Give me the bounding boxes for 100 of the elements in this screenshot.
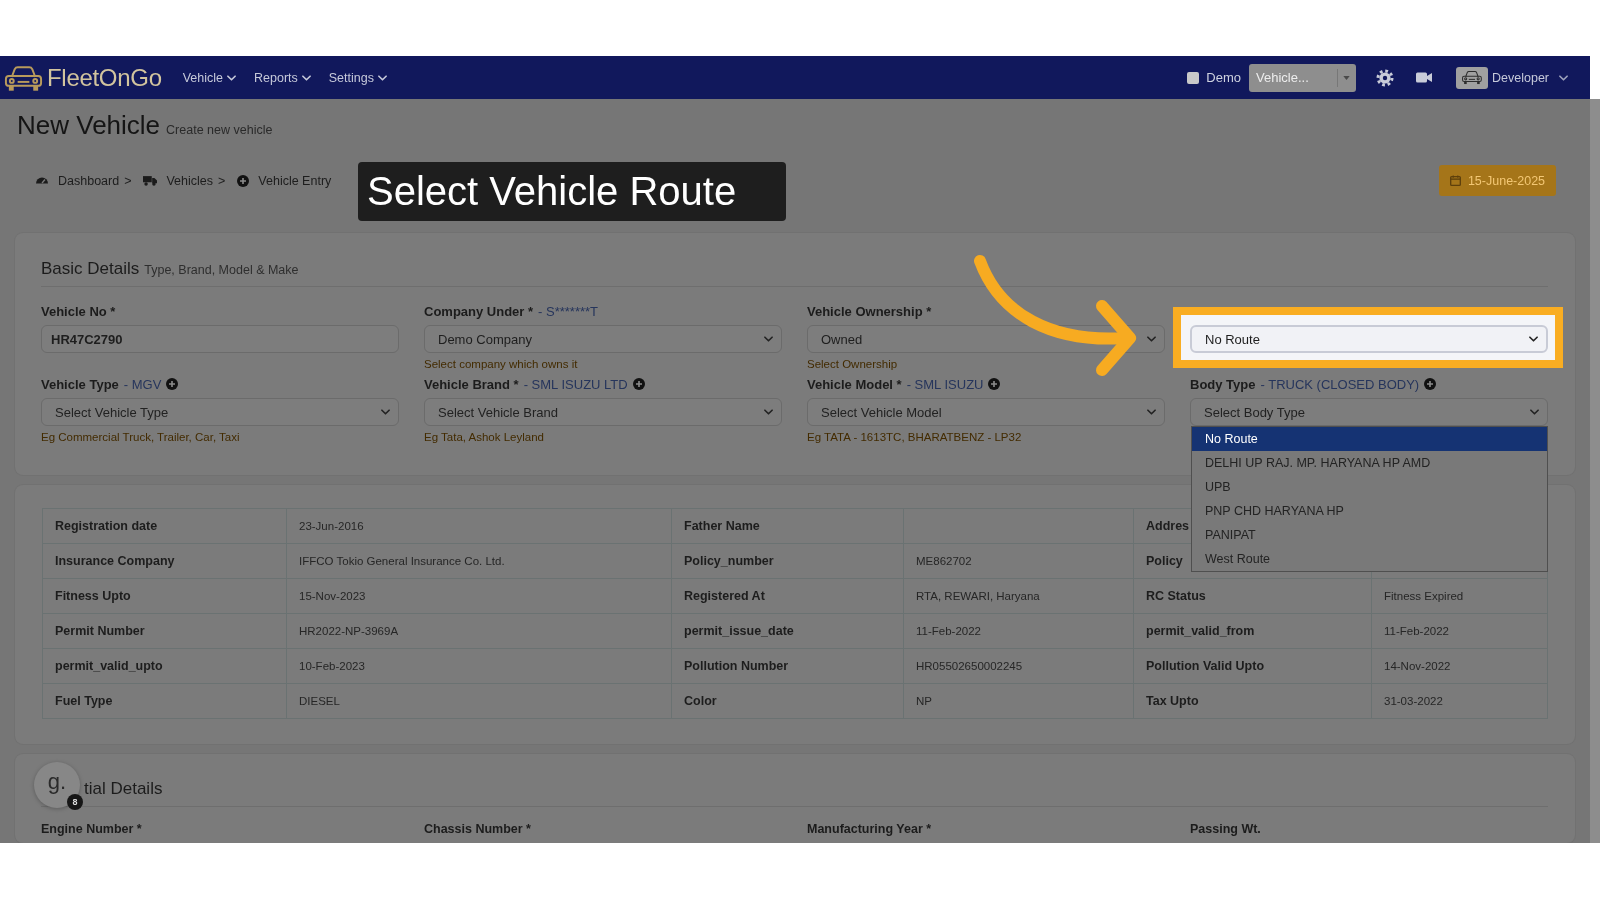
breadcrumb-separator: > (218, 173, 226, 188)
breadcrumb-link[interactable]: Vehicle Entry (237, 173, 332, 188)
label-cell: permit_valid_from (1133, 613, 1372, 649)
field-label: Vehicle Type (41, 376, 119, 392)
select-field[interactable]: Select Vehicle Model (807, 398, 1165, 426)
field-hint: Eg Tata, Ashok Leyland (424, 431, 545, 443)
dropdown-option[interactable]: No Route (1192, 427, 1547, 451)
field-label: Vehicle Ownership * (807, 303, 932, 319)
breadcrumb-label: Vehicles (166, 173, 214, 188)
menu-item[interactable]: Vehicle (182, 70, 236, 85)
menu-item[interactable]: Reports (254, 70, 311, 85)
chevron-down-icon (1147, 336, 1156, 342)
field-hint: Eg TATA - 1613TC, BHARATBENZ - LP32 (807, 431, 1023, 443)
value-cell: 31-03-2022 (1371, 683, 1548, 719)
section-title: tial Details (84, 779, 163, 799)
dropdown-option[interactable]: West Route (1192, 547, 1547, 571)
chevron-down-icon (1559, 74, 1568, 81)
calendar-icon (1449, 175, 1461, 186)
chevron-down-icon (377, 74, 387, 81)
field-hint: Eg Commercial Truck, Trailer, Car, Taxi (41, 431, 241, 443)
breadcrumb-link[interactable]: Vehicles (143, 173, 214, 188)
select-field[interactable]: Demo Company (424, 325, 782, 353)
count-badge: 8 (67, 794, 83, 810)
field-label: Engine Number * (41, 821, 143, 837)
field-label: Chassis Number * (424, 821, 532, 837)
label-cell: Policy_number (671, 543, 904, 579)
label-cell: Color (671, 683, 904, 719)
field-note: - SML ISUZU LTD (523, 376, 628, 392)
date-button[interactable]: 15-June-2025 (1439, 165, 1556, 196)
page-subtitle: Create new vehicle (166, 123, 273, 137)
chevron-down-icon (1147, 409, 1156, 415)
value-cell: HR2022-NP-3969A (286, 613, 672, 649)
field-label: Vehicle No * (41, 303, 116, 319)
chevron-down-icon (381, 409, 390, 415)
value-cell: 11-Feb-2022 (1371, 613, 1548, 649)
value-cell: IFFCO Tokio General Insurance Co. Ltd. (286, 543, 672, 579)
dropdown-option[interactable]: PANIPAT (1192, 523, 1547, 547)
field-hint: Select Ownership (807, 358, 899, 370)
label-cell: Registration date (42, 508, 287, 544)
vehicle-select[interactable]: Vehicle... (1249, 63, 1356, 92)
field-note: - S*******T (538, 303, 599, 319)
chevron-down-icon (1529, 336, 1538, 342)
chevron-down-icon (227, 74, 236, 81)
plus-circle-icon[interactable] (632, 378, 645, 390)
checkbox-label: Demo (1206, 70, 1241, 85)
plus-circle-icon[interactable] (166, 378, 179, 390)
select-field[interactable]: Select Vehicle Brand (424, 398, 782, 426)
value-cell: 10-Feb-2023 (286, 648, 672, 684)
plus-circle-icon[interactable] (988, 378, 1001, 390)
value-cell: HR05502650002245 (903, 648, 1134, 684)
select-field[interactable]: Select Body Type (1190, 398, 1548, 426)
value-cell: 11-Feb-2022 (903, 613, 1134, 649)
value-cell: ME862702 (903, 543, 1134, 579)
field-note: - SML ISUZU (906, 376, 984, 392)
plus-circle-icon[interactable] (1424, 378, 1437, 390)
label-cell: RC Status (1133, 578, 1372, 614)
section-title: Basic Details (41, 259, 140, 279)
label-cell: Fuel Type (42, 683, 287, 719)
menu-item[interactable]: Settings (328, 70, 387, 85)
chevron-down-icon (764, 409, 773, 415)
field-hint: Select company which owns it (424, 358, 579, 370)
settings-icon[interactable] (1376, 68, 1394, 87)
input-field[interactable]: HR47C2790 (41, 325, 399, 353)
gauge-icon (35, 177, 49, 184)
field-label: Company Under * (424, 303, 534, 319)
truck-icon (143, 175, 158, 186)
plus-circle-icon (237, 174, 250, 187)
label-cell: Insurance Company (42, 543, 287, 579)
field-label: Passing Wt. (1190, 821, 1262, 837)
field-note: - MGV (123, 376, 162, 392)
breadcrumb-label: Vehicle Entry (258, 173, 332, 188)
value-cell: NP (903, 683, 1134, 719)
dropdown-option[interactable]: DELHI UP RAJ. MP. HARYANA HP AMD (1192, 451, 1547, 475)
car-icon (1456, 66, 1488, 89)
select-field[interactable]: Select Vehicle Type (41, 398, 399, 426)
value-cell: DIESEL (286, 683, 672, 719)
chevron-down-icon (764, 336, 773, 342)
dropdown-option[interactable]: UPB (1192, 475, 1547, 499)
value-cell: 15-Nov-2023 (286, 578, 672, 614)
logo-text: FleetOnGo (47, 63, 162, 92)
breadcrumb-separator: > (124, 173, 132, 188)
field-note: - TRUCK (CLOSED BODY) (1260, 376, 1420, 392)
chevron-down-icon (1530, 409, 1539, 415)
field-label: Vehicle Model * (807, 376, 902, 392)
label-cell: Pollution Number (671, 648, 904, 684)
label-cell: Father Name (671, 508, 904, 544)
dropdown-option[interactable]: PNP CHD HARYANA HP (1192, 499, 1547, 523)
label-cell: permit_issue_date (671, 613, 904, 649)
caret-icon (1343, 75, 1350, 80)
video-camera-icon[interactable] (1416, 72, 1432, 83)
value-cell: RTA, REWARI, Haryana (903, 578, 1134, 614)
field-label: Body Type (1190, 376, 1256, 392)
label-cell: permit_valid_upto (42, 648, 287, 684)
user-menu-button[interactable]: Developer (1456, 66, 1568, 89)
field-label: Manufacturing Year * (807, 821, 933, 837)
page-title: New Vehicle (17, 109, 161, 141)
value-cell: 14-Nov-2022 (1371, 648, 1548, 684)
breadcrumb-link[interactable]: Dashboard (35, 173, 120, 188)
select-field[interactable]: No Route (1190, 325, 1548, 353)
checkbox[interactable] (1187, 71, 1200, 84)
